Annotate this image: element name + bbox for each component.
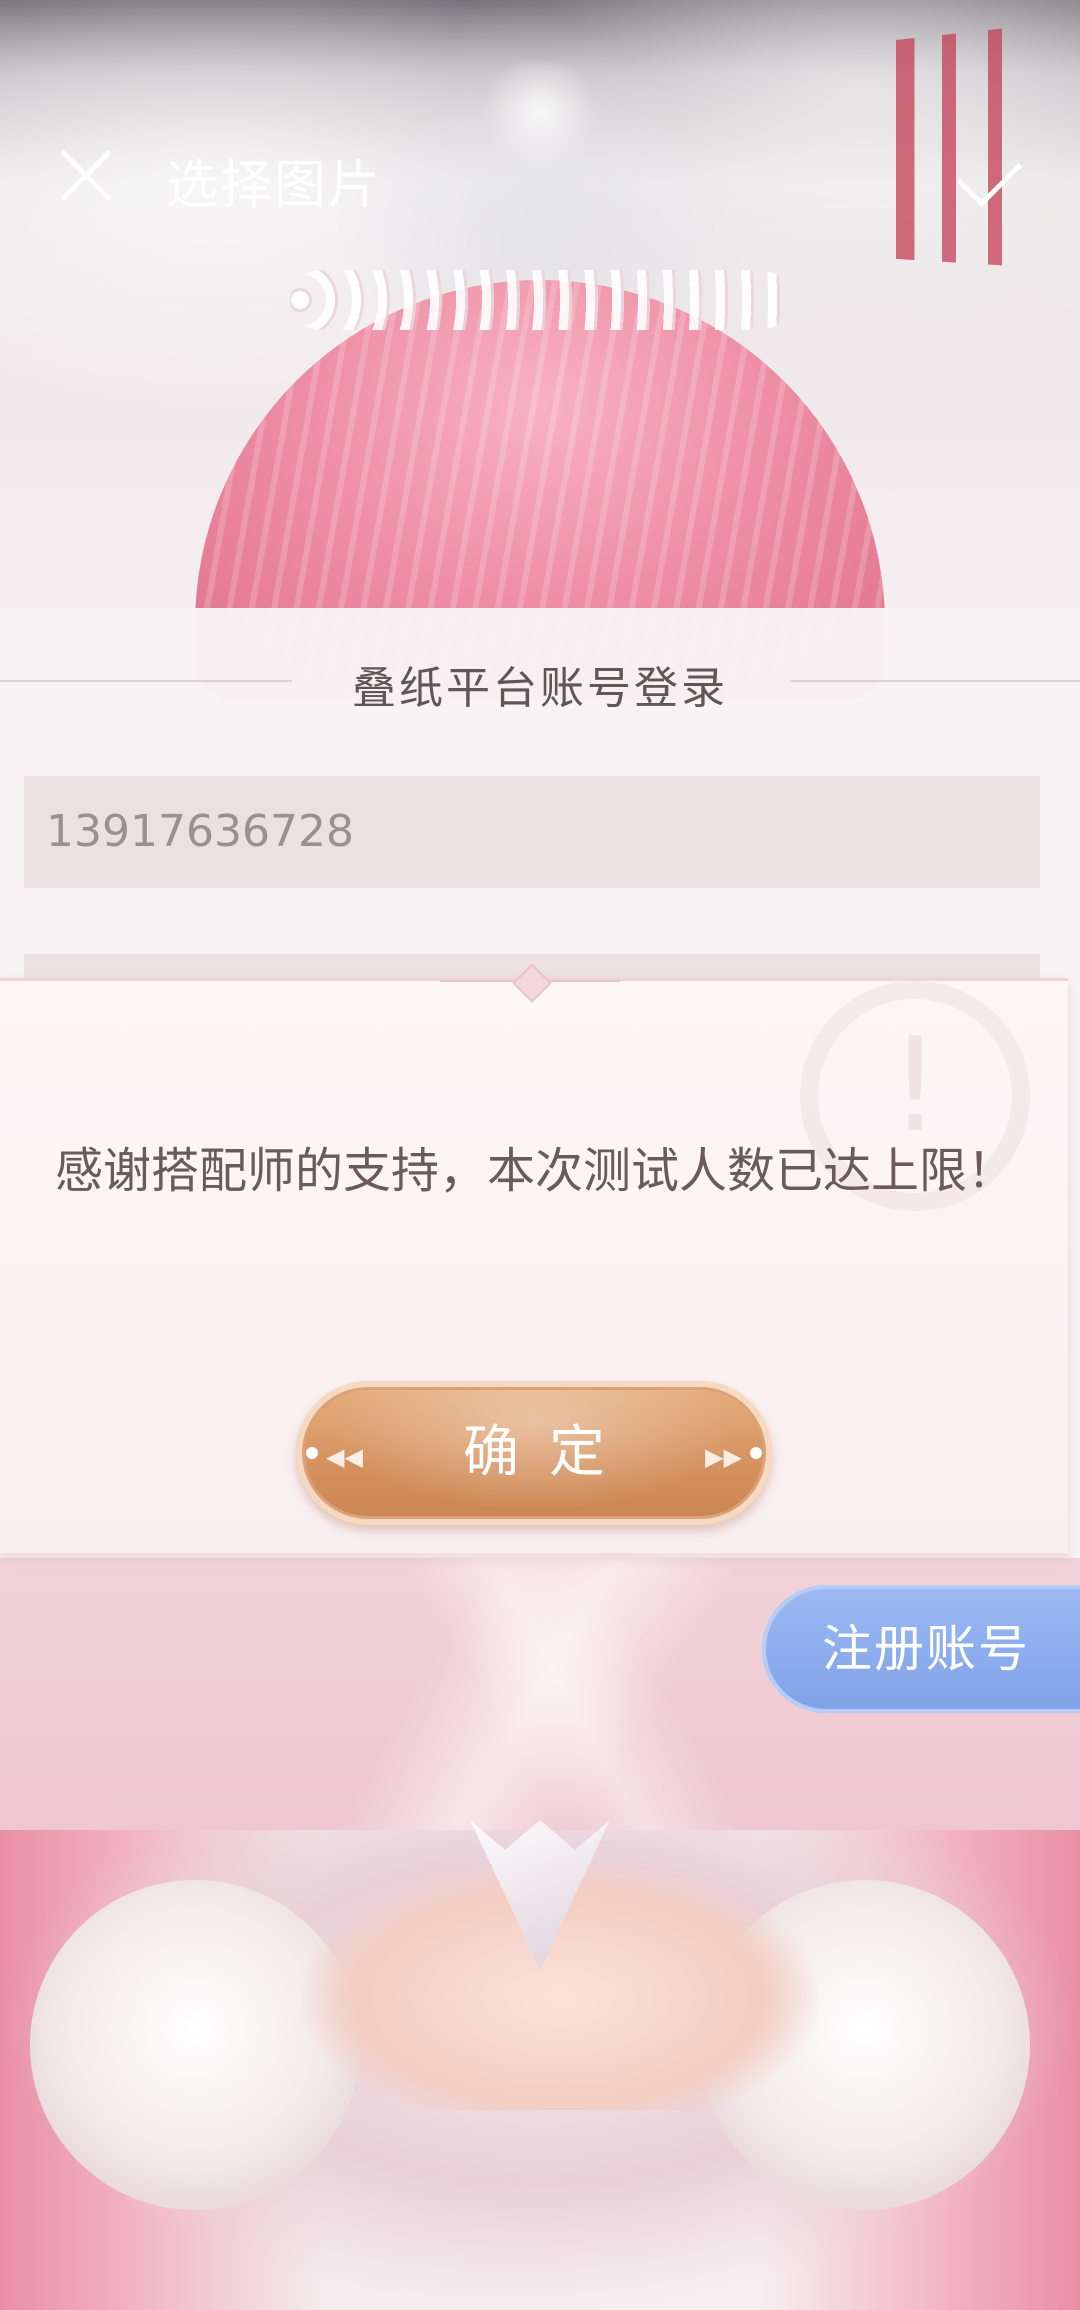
pearl-band-illustration xyxy=(290,270,790,330)
checkmark-icon[interactable] xyxy=(962,140,1022,200)
dialog-ornament xyxy=(440,969,620,993)
close-icon[interactable] xyxy=(56,145,116,205)
phone-input[interactable]: 13917636728 xyxy=(24,776,1040,888)
double-chevron-right-icon: ▶▶ xyxy=(705,1443,742,1471)
confirm-button-label: 确定 xyxy=(463,1420,635,1485)
register-button-label: 注册账号 xyxy=(822,1620,1030,1678)
register-button[interactable]: 注册账号 xyxy=(762,1585,1080,1713)
page-title: 选择图片 xyxy=(166,156,383,216)
confirm-button[interactable]: ◀◀ 确定 ▶▶ xyxy=(296,1381,772,1525)
image-picker-topbar: 选择图片 xyxy=(0,0,1080,240)
notice-dialog: 感谢搭配师的支持，本次测试人数已达上限！ ◀◀ 确定 ▶▶ xyxy=(0,978,1068,1556)
dialog-message: 感谢搭配师的支持，本次测试人数已达上限！ xyxy=(54,1143,1015,1199)
button-dot-right xyxy=(750,1447,762,1459)
login-title: 叠纸平台账号登录 xyxy=(352,663,728,714)
